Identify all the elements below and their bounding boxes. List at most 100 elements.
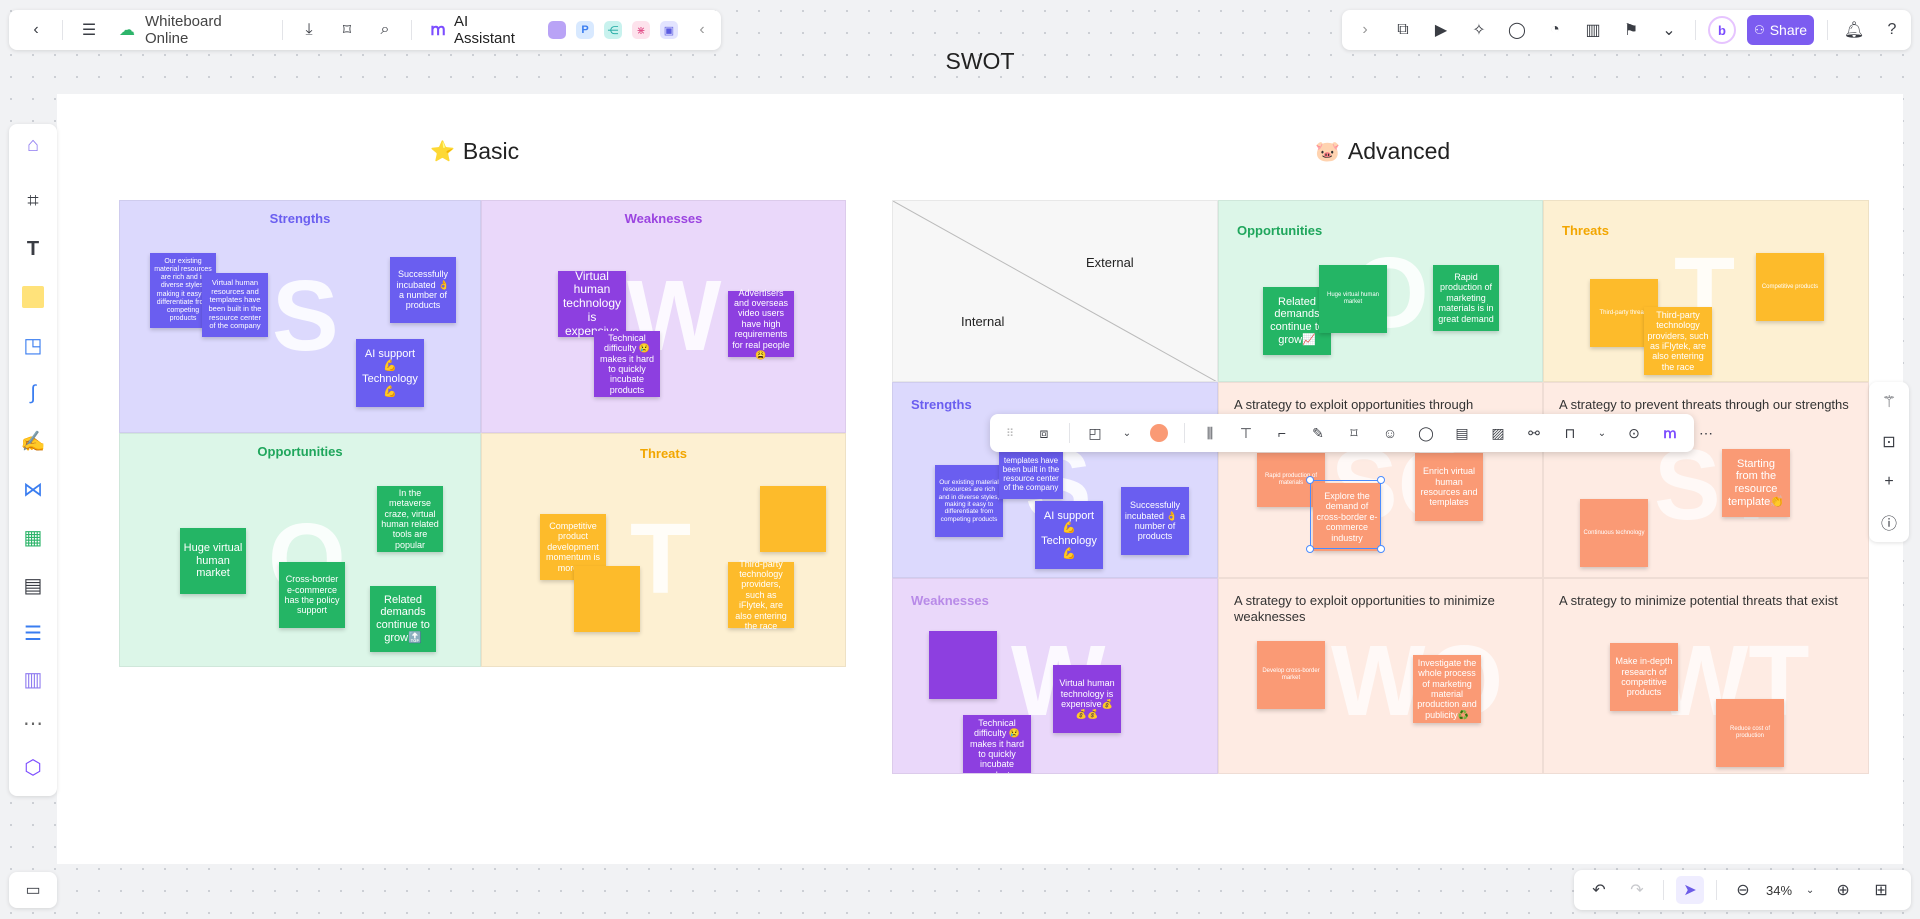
- more-tools-icon[interactable]: ⋯: [18, 708, 48, 738]
- sticky-note[interactable]: Continuous technology: [1580, 499, 1648, 567]
- comment-icon[interactable]: ◯: [1412, 419, 1440, 447]
- sticky-note[interactable]: Rapid production of marketing materials …: [1433, 265, 1499, 331]
- sticky-note[interactable]: Virtual human technology is expensive: [558, 269, 626, 338]
- basic-heading[interactable]: ⭐ Basic: [430, 138, 519, 165]
- advanced-st-quadrant[interactable]: A strategy to prevent threats through ou…: [1543, 382, 1869, 578]
- chevron-down-icon[interactable]: ⌄: [1796, 876, 1824, 904]
- ai-icon[interactable]: ⅿ: [1656, 419, 1684, 447]
- image-icon[interactable]: ▨: [1484, 419, 1512, 447]
- advanced-opportunities-quadrant[interactable]: Opportunities O Related demands continue…: [1218, 200, 1543, 382]
- magic-icon[interactable]: ⚚: [1875, 388, 1903, 416]
- vote-icon[interactable]: ▥: [1579, 16, 1607, 44]
- menu-icon[interactable]: ☰: [75, 16, 103, 44]
- sticky-note[interactable]: Our existing material resources are rich…: [935, 465, 1003, 537]
- connector-icon[interactable]: ∫: [18, 378, 48, 408]
- sticky-note[interactable]: Third-party technology providers, such a…: [728, 559, 794, 631]
- sticky-shape-icon[interactable]: ◰: [1081, 419, 1109, 447]
- comment-icon[interactable]: ◯: [1503, 16, 1531, 44]
- document-icon[interactable]: ▤: [18, 570, 48, 600]
- advanced-heading[interactable]: 🐷 Advanced: [1315, 138, 1450, 165]
- basic-opportunities-quadrant[interactable]: Opportunities O Huge virtual human marke…: [119, 433, 481, 667]
- plus-icon[interactable]: +: [1875, 468, 1903, 496]
- board-heading[interactable]: SWOT: [0, 48, 1920, 75]
- lock-icon[interactable]: ⊓: [1556, 419, 1584, 447]
- back-icon[interactable]: ‹: [22, 16, 50, 44]
- image-app-icon[interactable]: [548, 21, 566, 39]
- resize-handle[interactable]: [1306, 545, 1314, 553]
- selection-box[interactable]: [1310, 480, 1381, 549]
- play-icon[interactable]: ▶: [1427, 16, 1455, 44]
- info-icon[interactable]: ⓘ: [1875, 508, 1903, 536]
- chat-app-icon[interactable]: ▣: [660, 21, 678, 39]
- diagram-app-icon[interactable]: ⋇: [632, 21, 650, 39]
- book-icon[interactable]: ⊞: [1867, 876, 1895, 904]
- pen-tool-icon[interactable]: ✍: [18, 426, 48, 456]
- color-swatch[interactable]: [1145, 419, 1173, 447]
- zoom-in-icon[interactable]: ⊕: [1829, 876, 1857, 904]
- pointer-icon[interactable]: ➤: [1676, 876, 1704, 904]
- sticky-note[interactable]: [574, 566, 640, 632]
- resize-handle[interactable]: [1377, 476, 1385, 484]
- sticky-note[interactable]: Virtual human technology is expensive💰💰💰: [1053, 665, 1121, 733]
- zoom-out-icon[interactable]: ⊖: [1729, 876, 1757, 904]
- sticky-note[interactable]: Technical difficulty 😢 makes it hard to …: [963, 715, 1031, 773]
- sticky-note[interactable]: In the metaverse craze, virtual human re…: [377, 486, 443, 552]
- sticky-note[interactable]: Successfully incubated 👌 a number of pro…: [390, 257, 456, 323]
- emoji-icon[interactable]: ☺: [1376, 419, 1404, 447]
- mindmap-app-icon[interactable]: ⋲: [604, 21, 622, 39]
- celebrate-icon[interactable]: ✧: [1465, 16, 1493, 44]
- sticky-note[interactable]: AI support 💪 Technology💪: [356, 339, 424, 407]
- timer-icon[interactable]: ◔: [1541, 16, 1569, 44]
- download-icon[interactable]: ⤓: [295, 16, 323, 44]
- link-icon[interactable]: ⚯: [1520, 419, 1548, 447]
- format-painter-icon[interactable]: ⌐: [1268, 419, 1296, 447]
- redo-icon[interactable]: ↷: [1623, 876, 1651, 904]
- stack-icon[interactable]: ⧈: [1030, 419, 1058, 447]
- table-icon[interactable]: ▦: [18, 522, 48, 552]
- zoom-level[interactable]: 34%: [1766, 883, 1792, 898]
- sticky-note[interactable]: Third-party technology providers, such a…: [1644, 307, 1712, 375]
- pen-icon[interactable]: ✎: [1304, 419, 1332, 447]
- basic-strengths-quadrant[interactable]: Strengths S Our existing material resour…: [119, 200, 481, 433]
- sticky-note[interactable]: Technical difficulty 😢 makes it hard to …: [594, 331, 660, 397]
- minimap-icon[interactable]: ▭: [19, 876, 47, 904]
- sticky-note[interactable]: [760, 486, 826, 552]
- sticky-note[interactable]: [929, 631, 997, 699]
- tag-icon[interactable]: ⌑: [1340, 419, 1368, 447]
- laser-icon[interactable]: ⚑: [1617, 16, 1645, 44]
- sticky-note[interactable]: Competitive products: [1756, 253, 1824, 321]
- advanced-corner-cell[interactable]: External Internal: [892, 200, 1218, 382]
- align-icon[interactable]: ⫼: [1196, 419, 1224, 447]
- expand-icon[interactable]: ›: [1351, 16, 1379, 44]
- sticky-note[interactable]: Virtual human resources and templates ha…: [202, 273, 268, 337]
- apps-icon[interactable]: ⬡: [18, 752, 48, 782]
- sticky-note[interactable]: Make in-depth research of competitive pr…: [1610, 643, 1678, 711]
- more-chevron-icon[interactable]: ⌄: [1655, 16, 1683, 44]
- advanced-strengths-quadrant[interactable]: Strengths S Our existing material resour…: [892, 382, 1218, 578]
- sticky-note[interactable]: Huge virtual human market: [1319, 265, 1387, 333]
- text-icon[interactable]: ⊤: [1232, 419, 1260, 447]
- advanced-threats-quadrant[interactable]: Threats T Third-party threats Third-part…: [1543, 200, 1869, 382]
- note-icon[interactable]: ▤: [1448, 419, 1476, 447]
- text-tool-icon[interactable]: T: [18, 234, 48, 264]
- sticky-note[interactable]: Advertisers and overseas video users hav…: [728, 288, 794, 360]
- help-icon[interactable]: ?: [1878, 16, 1906, 44]
- more-icon[interactable]: ⋯: [1692, 419, 1720, 447]
- collapse-icon[interactable]: ‹: [688, 16, 716, 44]
- chevron-down-icon[interactable]: ⌄: [1113, 419, 1141, 447]
- frame-icon[interactable]: ⌗: [18, 186, 48, 216]
- share-button[interactable]: ⚇ Share: [1747, 15, 1814, 45]
- sticky-note[interactable]: Related demands continue to grow🔝: [370, 586, 436, 652]
- undo-icon[interactable]: ↶: [1585, 876, 1613, 904]
- sticky-note[interactable]: Huge virtual human market: [180, 528, 246, 594]
- templates-icon[interactable]: ⌂: [18, 130, 48, 160]
- drag-handle-icon[interactable]: ⠿: [996, 419, 1024, 447]
- basic-threats-quadrant[interactable]: Threats T Competitive product developmen…: [481, 433, 846, 667]
- resize-handle[interactable]: [1377, 545, 1385, 553]
- mindmap-icon[interactable]: ⋈: [18, 474, 48, 504]
- advanced-weaknesses-quadrant[interactable]: Weaknesses W Virtual human technology is…: [892, 578, 1218, 774]
- tag-icon[interactable]: ⌑: [333, 16, 361, 44]
- sticky-note[interactable]: Cross-border e-commerce has the policy s…: [279, 562, 345, 628]
- shape-icon[interactable]: ◳: [18, 330, 48, 360]
- sticky-note-icon[interactable]: [18, 282, 48, 312]
